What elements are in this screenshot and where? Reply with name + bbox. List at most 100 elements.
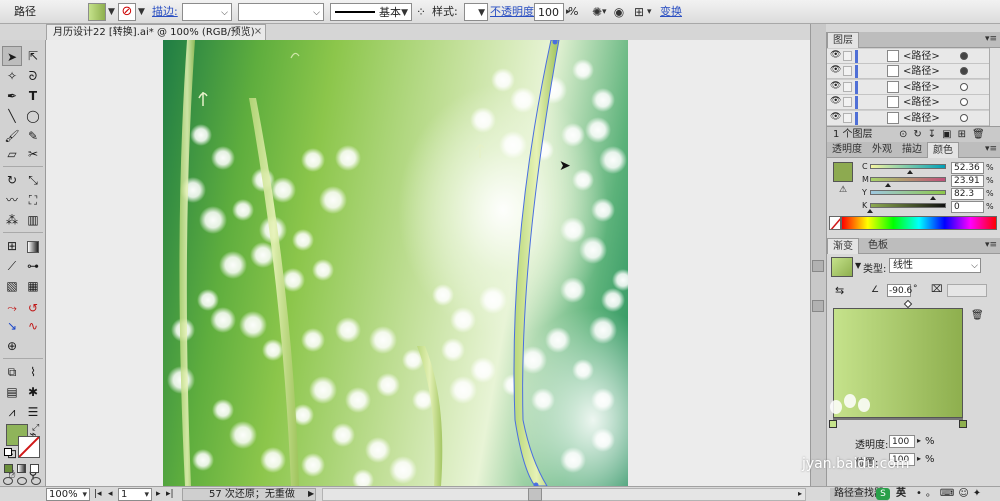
cmyk-slider-track[interactable] (870, 203, 946, 208)
layer-row[interactable]: 👁︎ <路径> (827, 64, 989, 80)
layer-row[interactable]: 👁︎ <路径> (827, 95, 989, 111)
prev-artboard-icon[interactable]: ◂ (108, 488, 113, 501)
gradient-mode-icon[interactable] (17, 464, 26, 473)
globe-symbol-icon[interactable]: ⊕ (2, 336, 22, 356)
type-icon[interactable]: T (23, 86, 43, 106)
delete-stop-icon[interactable]: 🗑︎ (971, 310, 984, 321)
blend-icon[interactable]: ⊶ (23, 256, 43, 276)
stroke-label[interactable]: 描边: (152, 3, 178, 21)
column-graph-icon[interactable]: ▥ (23, 210, 43, 230)
tab-transparency[interactable]: 透明度 (827, 142, 867, 158)
layer-row[interactable]: 👁︎ <路径> (827, 110, 989, 126)
transform-link[interactable]: 变换 (660, 3, 682, 21)
default-colors-icon[interactable] (4, 448, 12, 456)
smooth-blue-icon[interactable]: ↘ (2, 316, 22, 336)
zoom-field[interactable]: 100% ▾ (46, 488, 90, 501)
lock-toggle[interactable] (843, 66, 852, 77)
gradient-thumbnail[interactable] (831, 257, 853, 277)
panel-menu-icon[interactable]: ▾≡ (985, 238, 997, 253)
tab-gradient[interactable]: 渐变 (827, 238, 859, 254)
arrange-dropdown[interactable]: ▾ (647, 3, 652, 21)
reverse-gradient-icon[interactable]: ⇆ (835, 284, 844, 297)
panel-strip-icon[interactable] (812, 300, 824, 312)
gradient-type-select[interactable]: 线性 ⌵ (889, 258, 981, 273)
next-artboard-icon[interactable]: ▸ (156, 488, 161, 501)
visibility-eye-icon[interactable]: 👁︎ (830, 81, 841, 91)
none-mode-icon[interactable] (30, 464, 39, 473)
live-paint-select-icon[interactable]: ▦ (23, 276, 43, 296)
none-color-icon[interactable] (829, 216, 841, 230)
opacity-label[interactable]: 不透明度 (490, 3, 534, 21)
ime-language[interactable]: 英 (896, 488, 906, 501)
artboard-number-field[interactable]: 1 ▾ (118, 488, 152, 501)
color-mode-icon[interactable] (4, 464, 13, 473)
artboard[interactable]: ➤ (163, 40, 628, 486)
trend-icon[interactable]: ⩘ (2, 402, 22, 422)
aspect-ratio-icon[interactable]: ⌧ (931, 284, 943, 295)
lock-toggle[interactable] (843, 112, 852, 123)
fill-swatch[interactable] (88, 3, 106, 21)
cmyk-value-field[interactable]: 52.36 (951, 162, 984, 174)
layers-scrollbar[interactable] (989, 48, 1000, 126)
tab-stroke[interactable]: 描边 (897, 142, 927, 158)
gradient-stop-end[interactable] (959, 420, 967, 428)
status-menu-icon[interactable]: ▶ (308, 488, 314, 501)
visibility-eye-icon[interactable]: 👁︎ (830, 50, 841, 60)
draw-inside-icon[interactable] (31, 477, 41, 485)
fill-dropdown[interactable]: ▼ (108, 3, 115, 21)
cmyk-slider-knob[interactable] (906, 170, 913, 174)
cmyk-value-field[interactable]: 23.91 (951, 175, 984, 187)
cmyk-slider-knob[interactable] (885, 183, 892, 187)
crop-area-icon[interactable]: ⧉ (2, 362, 22, 382)
cmyk-slider-knob[interactable] (867, 209, 873, 213)
draw-behind-icon[interactable] (17, 477, 27, 485)
horizontal-scrollbar[interactable] (322, 488, 806, 501)
reshape-red-icon[interactable]: ⤳ (2, 298, 22, 318)
symbol-sprayer-icon[interactable]: ⁂ (2, 210, 22, 230)
eraser-icon[interactable]: ▱ (2, 144, 22, 164)
target-circle-icon[interactable] (960, 113, 968, 122)
paintbrush-icon[interactable]: 🖌︎ (2, 126, 22, 146)
selection-arrow-icon[interactable]: ➤ (2, 46, 22, 66)
fill-color-preview[interactable] (833, 162, 853, 182)
live-paint-icon[interactable]: ▧ (2, 276, 22, 296)
stroke-profile-field[interactable]: 基本 ▼ (330, 3, 412, 21)
cmyk-value-field[interactable]: 0 (951, 201, 984, 213)
eyedropper-icon[interactable]: ⟋ (2, 256, 22, 276)
layer-footer-icons[interactable]: ⊙↻↧▣⊞🗑︎ (899, 127, 991, 142)
cmyk-slider-track[interactable] (870, 177, 946, 182)
panel-menu-icon[interactable]: ▾≡ (985, 32, 997, 47)
mesh-icon[interactable]: ⊞ (2, 236, 22, 256)
chart-icon[interactable]: ▤ (2, 382, 22, 402)
tab-swatches[interactable]: 色板 (863, 238, 893, 254)
warp-icon[interactable]: 〰 (2, 190, 22, 210)
ime-tools-icons[interactable]: •。⌨☺✦ (916, 488, 985, 501)
brush-options-icon[interactable]: ⁘ (414, 3, 428, 21)
free-transform-icon[interactable]: ⛶ (23, 190, 43, 210)
pen-icon[interactable]: ✒ (2, 86, 22, 106)
magic-wand-icon[interactable]: ✧ (2, 66, 22, 86)
pasteboard[interactable]: ➤ (46, 40, 810, 486)
panel-menu-icon[interactable]: ▾≡ (985, 142, 997, 157)
rotate-icon[interactable]: ↻ (2, 170, 22, 190)
layer-row[interactable]: 👁︎ <路径> (827, 79, 989, 95)
tab-color[interactable]: 颜色 (927, 142, 959, 158)
target-circle-icon[interactable] (960, 52, 968, 60)
cmyk-slider-track[interactable] (870, 164, 946, 169)
scroll-thumb[interactable] (528, 488, 542, 501)
lasso-icon[interactable]: ᘐ (23, 66, 43, 86)
direct-selection-icon[interactable]: ⇱ (23, 46, 43, 66)
scale-icon[interactable]: ⤡ (23, 170, 43, 190)
pencil-icon[interactable]: ✎ (23, 126, 43, 146)
first-artboard-icon[interactable]: |◂ (94, 488, 102, 501)
flare-icon[interactable]: ✱ (23, 382, 43, 402)
stroke-swatch[interactable]: ⊘ (118, 3, 136, 21)
lock-toggle[interactable] (843, 97, 852, 108)
cmyk-slider-knob[interactable] (929, 196, 936, 200)
swap-fill-stroke-icon[interactable]: ⤢ (32, 423, 39, 433)
arrange-icon[interactable]: ⊞ (632, 3, 646, 21)
lock-toggle[interactable] (843, 51, 852, 61)
stroke-dropdown[interactable]: ▼ (138, 3, 145, 21)
stop-opacity-stepper[interactable]: ▸ (917, 436, 921, 445)
line-segment-icon[interactable]: ╲ (2, 106, 22, 126)
